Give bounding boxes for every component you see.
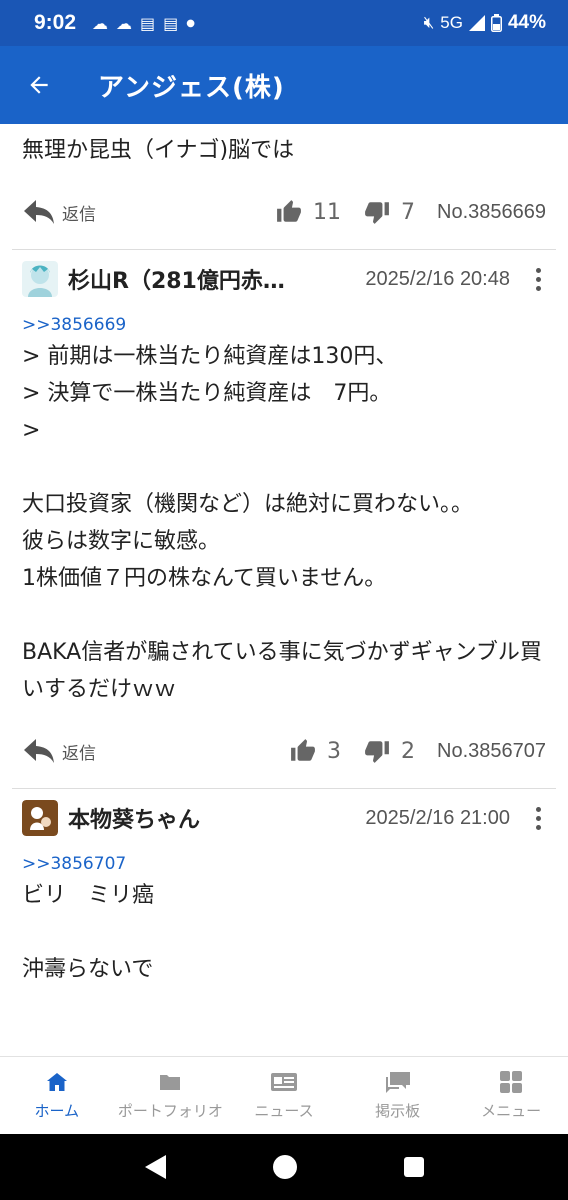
nav-portfolio-label: ポートフォリオ [117,1102,223,1120]
nav-menu[interactable]: メニュー [454,1057,568,1134]
signal-icon [468,15,485,31]
like-button[interactable]: 11 [275,199,341,225]
battery-icon [490,14,502,32]
post-body: ビリ ミリ癌 沖壽らないで [22,883,155,982]
post-header: 本物葵ちゃん 2025/2/16 21:00 [0,789,568,847]
back-button[interactable] [0,46,78,124]
nav-menu-label: メニュー [481,1102,542,1120]
reply-button[interactable]: 返信 [22,198,96,226]
battery-level: 44% [507,12,546,33]
like-count: 11 [313,199,342,225]
cloud-icon: ☁ [92,13,109,33]
nav-portfolio[interactable]: ポートフォリオ [114,1057,228,1134]
status-bar: 9:02 ☁ ☁ ▤ ▤ ● 🔇︎ 5G 44% [0,0,568,46]
reply-icon [24,739,54,763]
reply-label: 返信 [62,204,96,225]
post-body: 無理か昆虫（イナゴ)脳では [22,138,295,163]
news-icon: ▤ [140,13,156,33]
back-triangle-icon[interactable] [142,1153,168,1181]
news-icon: ▤ [163,13,179,33]
network-type: 5G [440,13,463,32]
post-number: No.3856707 [437,739,546,762]
app-bar: アンジェス(株) [0,46,568,124]
home-circle-icon[interactable] [271,1153,299,1181]
system-nav-bar [0,1134,568,1200]
post-actions: 返信 11 7 No.3856669 [0,187,568,237]
dislike-count: 7 [401,199,416,225]
reply-to-link[interactable]: >>3856707 [0,853,568,875]
nav-home-label: ホーム [34,1102,80,1120]
thumbs-down-icon [365,741,389,763]
reply-to-link[interactable]: >>3856669 [0,314,568,336]
grid-icon [500,1071,523,1093]
dislike-count: 2 [401,738,416,764]
post-item: 無理か昆虫（イナゴ)脳では 返信 11 7 No.3856669 [0,132,568,250]
newspaper-icon [270,1073,297,1091]
post-header: 杉山R（281億円赤… 2025/2/16 20:48 [0,250,568,308]
avatar[interactable] [22,261,58,297]
page-title: アンジェス(株) [98,72,285,103]
post-actions: 返信 3 2 No.3856707 [0,726,568,776]
dislike-button[interactable]: 2 [363,738,415,764]
dot-icon: ● [186,17,196,29]
home-icon [46,1073,67,1091]
like-count: 3 [327,738,342,764]
nav-board[interactable]: 掲示板 [341,1057,455,1134]
cloud-icon: ☁ [116,13,133,33]
author-name[interactable]: 杉山R（281億円赤… [68,263,285,295]
nav-board-label: 掲示板 [375,1102,421,1120]
like-button[interactable]: 3 [289,738,341,764]
thumbs-up-icon [277,200,301,222]
post-list[interactable]: 無理か昆虫（イナゴ)脳では 返信 11 7 No.3856669 杉山R（281… [0,124,568,1056]
recents-square-icon[interactable] [402,1155,426,1179]
post-body: > 前期は一株当たり純資産は130円、 > 決算で一株当たり純資産は 7円。 >… [22,344,542,702]
post-item: 本物葵ちゃん 2025/2/16 21:00 >>3856707 ビリ ミリ癌 … [0,789,568,988]
author-name[interactable]: 本物葵ちゃん [68,802,200,834]
thumbs-down-icon [365,202,389,224]
post-date: 2025/2/16 20:48 [365,267,510,290]
avatar[interactable] [22,800,58,836]
folder-icon [160,1075,181,1090]
chat-icon [385,1072,410,1093]
reply-icon [24,200,54,224]
post-number: No.3856669 [437,200,546,223]
thumbs-up-icon [291,739,315,761]
arrow-left-icon [30,76,48,94]
notification-icons: ☁ ☁ ▤ ▤ ● [92,14,195,33]
status-time: 9:02 [34,11,77,34]
mute-icon: 🔇︎ [423,13,435,32]
bottom-nav: ホーム ポートフォリオ ニュース 掲示板 メニュー [0,1056,568,1134]
more-options-icon[interactable] [528,806,548,830]
reply-label: 返信 [62,743,96,764]
nav-news[interactable]: ニュース [227,1057,341,1134]
reply-button[interactable]: 返信 [22,737,96,765]
nav-news-label: ニュース [254,1102,314,1120]
post-item: 杉山R（281億円赤… 2025/2/16 20:48 >>3856669 > … [0,250,568,789]
dislike-button[interactable]: 7 [363,199,415,225]
nav-home[interactable]: ホーム [0,1057,114,1134]
post-date: 2025/2/16 21:00 [365,806,510,829]
more-options-icon[interactable] [528,267,548,291]
